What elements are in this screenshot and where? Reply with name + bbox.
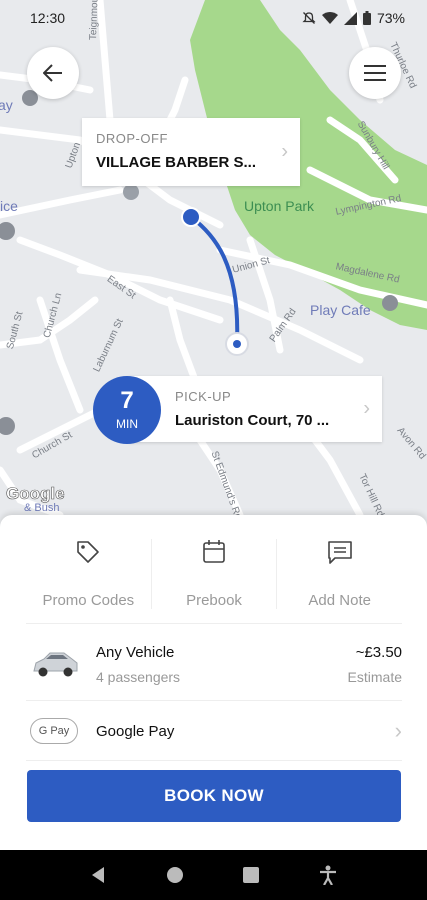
chevron-right-icon: › bbox=[281, 140, 288, 163]
chevron-right-icon: › bbox=[363, 397, 370, 420]
google-attribution: Google bbox=[6, 484, 65, 504]
divider bbox=[26, 760, 402, 761]
pickup-label: PICK-UP bbox=[175, 389, 232, 404]
battery-icon bbox=[362, 11, 371, 25]
car-icon bbox=[33, 652, 78, 677]
vehicle-name: Any Vehicle bbox=[96, 643, 175, 661]
chevron-right-icon: › bbox=[394, 718, 402, 743]
status-bar: 12:30 73% bbox=[0, 0, 427, 36]
add-note-label: Add Note bbox=[308, 592, 371, 609]
park-label: Upton Park bbox=[244, 198, 315, 214]
pickup-address: Lauriston Court, 70 ... bbox=[175, 412, 330, 429]
parking-pin bbox=[123, 184, 139, 200]
poi-pin-left-2 bbox=[0, 222, 15, 240]
dropoff-card[interactable]: DROP-OFF VILLAGE BARBER S... › bbox=[82, 118, 300, 186]
promo-codes-button[interactable]: Promo Codes bbox=[26, 539, 152, 609]
divider bbox=[26, 623, 402, 624]
promo-codes-label: Promo Codes bbox=[42, 592, 135, 609]
add-note-button[interactable]: Add Note bbox=[277, 539, 402, 609]
payment-row[interactable]: G Pay Google Pay › bbox=[26, 713, 402, 749]
payment-method: Google Pay bbox=[96, 722, 175, 740]
edge-label: ice bbox=[0, 198, 18, 214]
book-now-button[interactable]: BOOK NOW bbox=[27, 770, 401, 822]
poi-pin-left-3 bbox=[0, 417, 15, 435]
arrow-left-icon bbox=[43, 64, 62, 82]
play-cafe-pin bbox=[382, 295, 398, 311]
tag-icon bbox=[77, 541, 100, 563]
calendar-icon bbox=[203, 540, 225, 563]
clock: 12:30 bbox=[30, 10, 66, 26]
back-button[interactable] bbox=[27, 47, 79, 99]
system-nav-bar bbox=[0, 850, 427, 900]
dropoff-label: DROP-OFF bbox=[96, 131, 168, 146]
battery-percent: 73% bbox=[376, 10, 405, 26]
edge-label: ay bbox=[0, 97, 13, 113]
dropoff-marker bbox=[181, 207, 201, 227]
pickup-card[interactable]: PICK-UP Lauriston Court, 70 ... › bbox=[128, 376, 382, 442]
vehicle-row[interactable]: Any Vehicle 4 passengers ~£3.50 Estimate bbox=[26, 639, 402, 689]
booking-sheet: Promo Codes Prebook Add Note Any Vehicle… bbox=[0, 515, 427, 850]
note-icon bbox=[327, 541, 352, 564]
poi-label[interactable]: Play Cafe bbox=[310, 302, 371, 318]
gpay-badge: G Pay bbox=[30, 718, 78, 744]
mute-icon bbox=[302, 12, 316, 24]
eta-badge: 7 MIN bbox=[93, 376, 161, 444]
divider bbox=[26, 700, 402, 701]
vehicle-info: Any Vehicle 4 passengers bbox=[96, 644, 348, 685]
dropoff-address: VILLAGE BARBER S... bbox=[96, 154, 257, 171]
menu-button[interactable] bbox=[349, 47, 401, 99]
price-note: Estimate bbox=[347, 668, 402, 685]
options-row: Promo Codes Prebook Add Note bbox=[26, 539, 402, 609]
accessibility-icon[interactable] bbox=[319, 865, 337, 885]
recents-square-icon[interactable] bbox=[243, 867, 260, 883]
wifi-icon bbox=[321, 12, 338, 24]
back-triangle-icon[interactable] bbox=[90, 866, 106, 884]
prebook-label: Prebook bbox=[186, 592, 242, 609]
status-icons: 73% bbox=[302, 10, 405, 26]
eta-unit: MIN bbox=[116, 417, 138, 431]
vehicle-price-block: ~£3.50 Estimate bbox=[348, 644, 402, 685]
vehicle-capacity: 4 passengers bbox=[96, 668, 181, 685]
vehicle-price: ~£3.50 bbox=[355, 643, 402, 661]
route-line bbox=[189, 215, 240, 345]
hamburger-icon bbox=[364, 65, 386, 81]
home-circle-icon[interactable] bbox=[166, 866, 184, 884]
signal-icon bbox=[343, 11, 357, 25]
eta-minutes: 7 bbox=[120, 387, 134, 414]
prebook-button[interactable]: Prebook bbox=[152, 539, 278, 609]
